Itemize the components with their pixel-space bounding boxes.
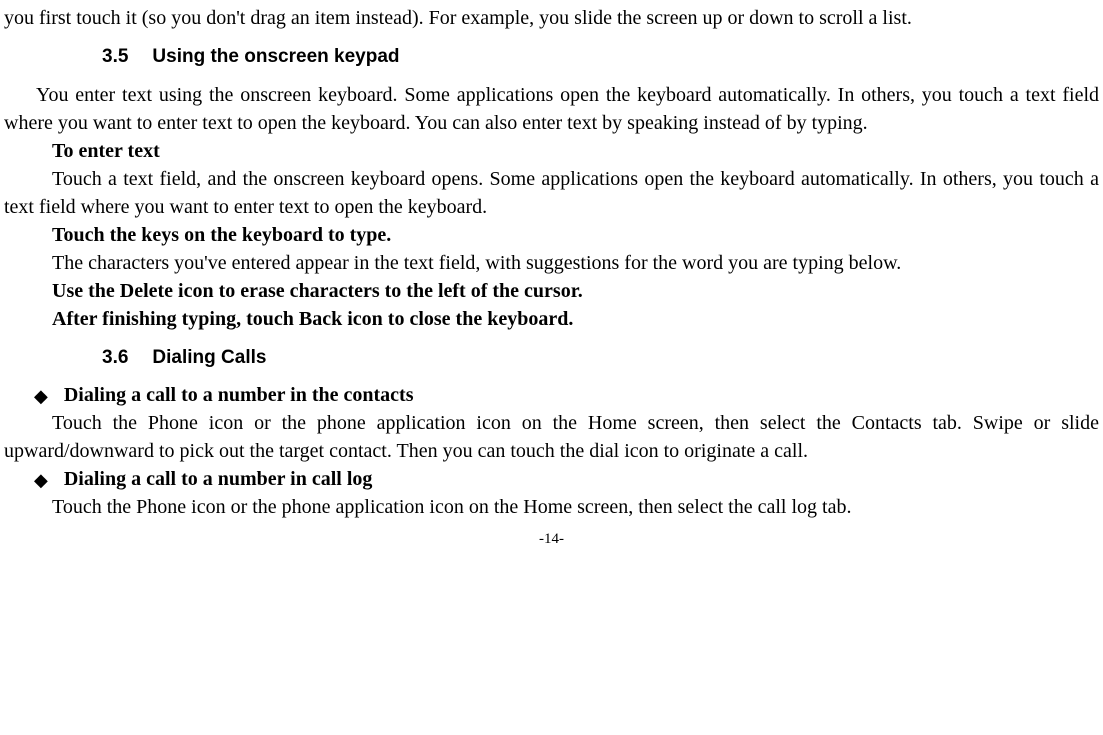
para-touch-keys: The characters you've entered appear in … <box>4 249 1099 277</box>
section-3-6-title: Dialing Calls <box>152 347 266 368</box>
section-3-5-p1: You enter text using the onscreen keyboa… <box>4 81 1099 137</box>
bullet-contacts-text: Touch the Phone icon or the phone applic… <box>4 409 1099 465</box>
section-3-5-title: Using the onscreen keypad <box>152 46 399 67</box>
intro-fragment: you first touch it (so you don't drag an… <box>4 4 1099 32</box>
diamond-icon: ◆ <box>34 471 48 489</box>
section-3-5-heading: 3.5 Using the onscreen keypad <box>102 44 1099 71</box>
bullet-contacts: ◆ Dialing a call to a number in the cont… <box>4 381 1099 409</box>
section-3-6-heading: 3.6 Dialing Calls <box>102 345 1099 372</box>
diamond-icon: ◆ <box>34 387 48 405</box>
para-enter-text: Touch a text field, and the onscreen key… <box>4 165 1099 221</box>
bullet-calllog-text: Touch the Phone icon or the phone applic… <box>4 493 1099 521</box>
heading-after: After finishing typing, touch Back icon … <box>4 305 1099 333</box>
bullet-calllog-label: Dialing a call to a number in call log <box>64 465 373 493</box>
heading-enter-text: To enter text <box>4 137 1099 165</box>
heading-delete: Use the Delete icon to erase characters … <box>4 277 1099 305</box>
section-3-6-num: 3.6 <box>102 345 128 372</box>
bullet-contacts-label: Dialing a call to a number in the contac… <box>64 381 414 409</box>
heading-touch-keys: Touch the keys on the keyboard to type. <box>4 221 1099 249</box>
section-3-5-num: 3.5 <box>102 44 128 71</box>
page-number: -14- <box>4 529 1099 550</box>
bullet-calllog: ◆ Dialing a call to a number in call log <box>4 465 1099 493</box>
